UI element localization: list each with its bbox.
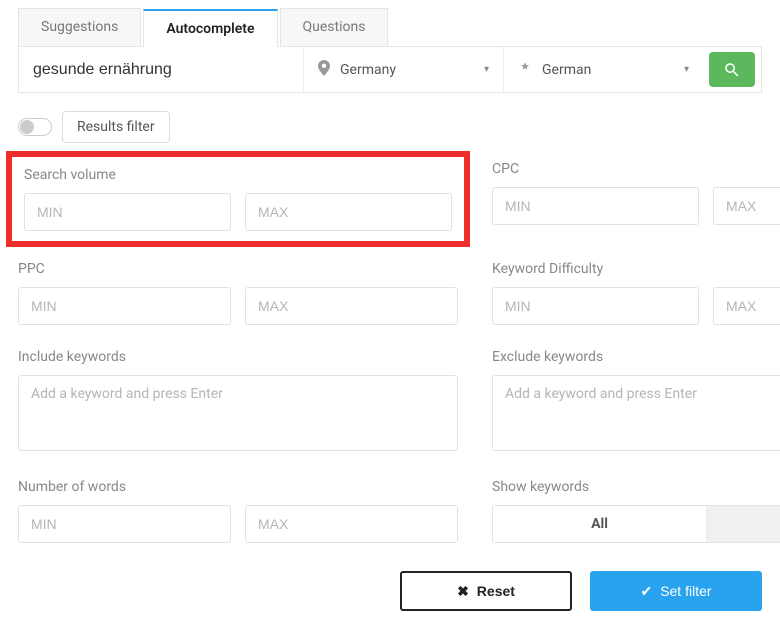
words-min[interactable] [18,505,231,543]
search-volume-label: Search volume [24,167,452,183]
show-keywords-segment: All Not in lists [492,505,780,543]
language-dropdown[interactable]: German ▾ [503,47,703,92]
kd-max[interactable] [713,287,780,325]
cpc-label: CPC [492,161,780,177]
search-volume-min[interactable] [24,193,231,231]
language-label: German [542,62,591,78]
cpc-max[interactable] [713,187,780,225]
number-of-words-label: Number of words [18,479,458,495]
close-icon: ✖ [457,583,469,600]
action-row: ✖ Reset ✔ Set filter [18,571,762,611]
ppc-max[interactable] [245,287,458,325]
kd-min[interactable] [492,287,699,325]
kd-label: Keyword Difficulty [492,261,780,277]
show-keywords-all[interactable]: All [493,506,706,542]
results-filter-toggle[interactable] [18,118,52,136]
tab-suggestions[interactable]: Suggestions [18,8,141,46]
exclude-keywords-input[interactable] [492,375,780,451]
show-keywords-label: Show keywords [492,479,780,495]
keyword-input[interactable] [19,47,303,92]
reset-label: Reset [477,583,515,599]
search-bar: Germany ▾ German ▾ [18,47,762,93]
show-keywords-group: Show keywords All Not in lists [492,479,780,543]
chevron-down-icon: ▾ [484,64,489,75]
search-button[interactable] [709,52,755,87]
tabs: Suggestions Autocomplete Questions [18,8,762,47]
exclude-keywords-label: Exclude keywords [492,349,780,365]
country-dropdown[interactable]: Germany ▾ [303,47,503,92]
include-keywords-label: Include keywords [18,349,458,365]
ppc-group: PPC [18,261,458,325]
results-filter-button[interactable]: Results filter [62,111,170,143]
cpc-group: CPC [492,161,780,237]
words-max[interactable] [245,505,458,543]
set-filter-button[interactable]: ✔ Set filter [590,571,762,611]
tab-autocomplete[interactable]: Autocomplete [143,9,277,47]
tab-questions[interactable]: Questions [280,8,389,46]
include-keywords-group: Include keywords [18,349,458,455]
reset-button[interactable]: ✖ Reset [400,571,572,611]
chevron-down-icon: ▾ [684,64,689,75]
cpc-min[interactable] [492,187,699,225]
search-icon [723,61,741,79]
exclude-keywords-group: Exclude keywords [492,349,780,455]
results-filter-row: Results filter [18,111,762,143]
translate-icon [518,61,532,79]
number-of-words-group: Number of words [18,479,458,543]
search-volume-group: Search volume [6,151,470,247]
ppc-min[interactable] [18,287,231,325]
check-icon: ✔ [640,583,652,600]
location-icon [318,60,330,80]
show-keywords-not-in-lists[interactable]: Not in lists [706,506,780,542]
kd-group: Keyword Difficulty [492,261,780,325]
search-volume-max[interactable] [245,193,452,231]
include-keywords-input[interactable] [18,375,458,451]
country-label: Germany [340,62,396,78]
filters-grid: Search volume CPC PPC Keyword Difficulty… [18,161,762,543]
set-filter-label: Set filter [660,583,711,599]
ppc-label: PPC [18,261,458,277]
